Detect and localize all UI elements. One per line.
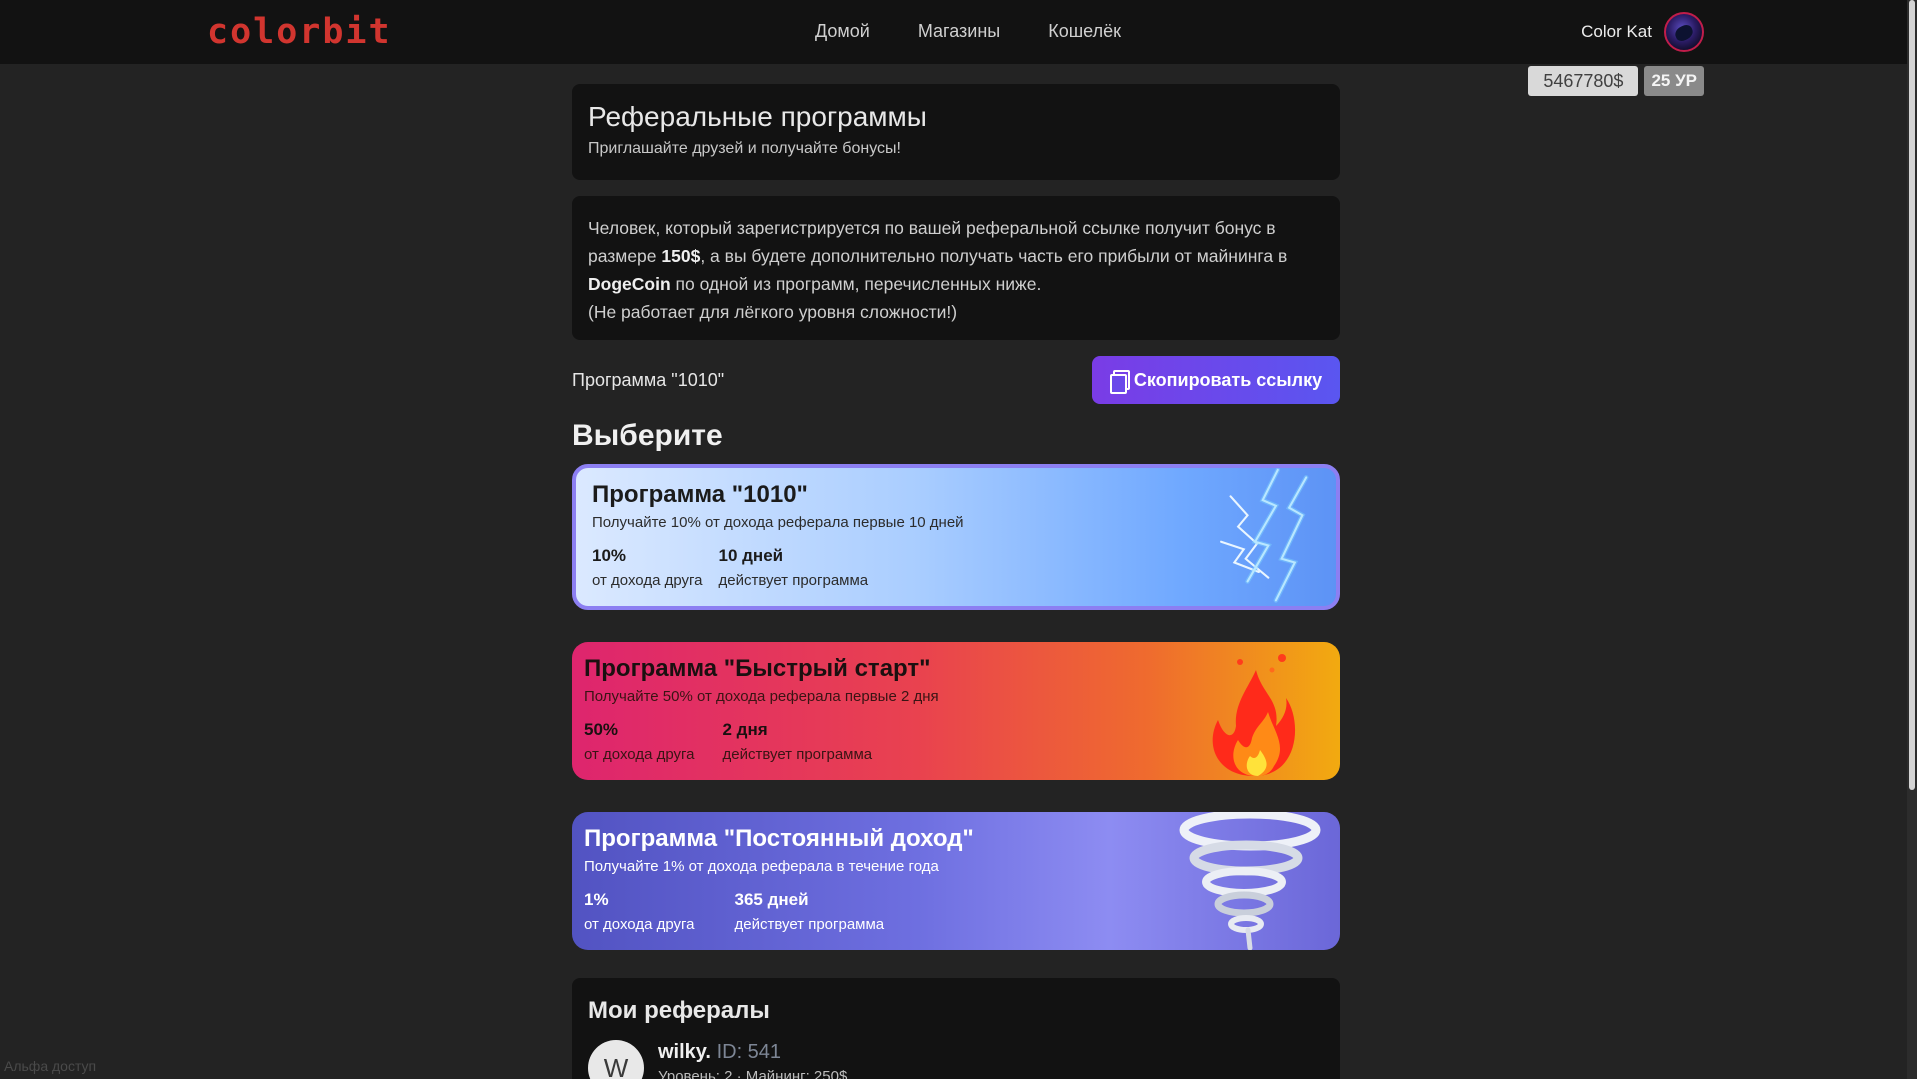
stat-percent: 10% от дохода друга [592, 545, 703, 591]
current-program-label: Программа "1010" [572, 369, 725, 390]
tornado-icon [1179, 812, 1321, 950]
stat-duration-value: 365 дней [734, 890, 809, 909]
user-name[interactable]: Color Kat [1581, 22, 1652, 42]
balance-bar: 5467780$ 25 УР [1528, 66, 1704, 96]
level-badge: 25 УР [1644, 66, 1704, 96]
stat-percent-label: от дохода друга [592, 572, 703, 589]
referrals-title: Мои рефералы [588, 997, 770, 1024]
lightning-icon [1220, 468, 1309, 603]
stat-percent-label: от дохода друга [584, 746, 695, 763]
bonus-amount: 150$ [661, 246, 701, 266]
stat-duration-label: действует программа [722, 746, 873, 763]
difficulty-note: (Не работает для лёгкого уровня сложност… [588, 302, 958, 322]
program-card-permanent-income[interactable]: Программа "Постоянный доход" Получайте 1… [572, 812, 1340, 950]
stat-duration: 2 дня действует программа [723, 719, 873, 765]
stat-percent-value: 50% [584, 720, 619, 739]
stat-percent-value: 10% [592, 546, 627, 565]
page-scrollbar[interactable] [1907, 0, 1917, 1079]
copy-link-label: Скопировать ссылку [1133, 369, 1323, 390]
referral-id: ID: 541 [716, 1041, 782, 1063]
fire-icon [1212, 654, 1296, 776]
nav-home-link[interactable]: Домой [815, 20, 870, 42]
stat-duration: 365 дней действует программа [735, 889, 885, 935]
user-menu[interactable]: Color Kat [1581, 12, 1704, 52]
stat-duration-value: 2 дня [722, 720, 768, 739]
nav-shops-link[interactable]: Магазины [918, 20, 1000, 42]
nav-wallet-link[interactable]: Кошелёк [1048, 20, 1121, 42]
user-avatar[interactable] [1664, 12, 1704, 52]
balance-badge: 5467780$ [1528, 66, 1639, 96]
main-content: Реферальные программы Приглашайте друзей… [572, 84, 1340, 1079]
referral-info-card: Человек, который зарегистрируется по ваш… [572, 196, 1340, 340]
current-program-row: Программа "1010" Скопировать ссылку [572, 356, 1340, 404]
scrollbar-thumb[interactable] [1909, 0, 1915, 790]
coin-name: DogeCoin [588, 274, 671, 294]
referral-name: wilky. ID: 541 [658, 1041, 782, 1063]
referral-details: Уровень: 2 · Майнинг: 250$ [658, 1068, 848, 1079]
stat-percent-value: 1% [584, 890, 609, 909]
referral-info-text: Человек, который зарегистрируется по ваш… [588, 218, 1288, 322]
stat-percent: 1% от дохода друга [584, 889, 695, 935]
page-header-card: Реферальные программы Приглашайте друзей… [572, 84, 1340, 180]
top-navbar: colorbit Домой Магазины Кошелёк Color Ka… [0, 0, 1917, 64]
page-title: Реферальные программы [588, 101, 927, 132]
copy-icon [1109, 370, 1130, 394]
stat-duration-label: действует программа [718, 572, 869, 589]
stat-duration: 10 дней действует программа [719, 545, 869, 591]
choose-title: Выберите [572, 419, 723, 452]
stat-percent: 50% от дохода друга [584, 719, 695, 765]
stat-duration-label: действует программа [734, 916, 885, 933]
program-card-1010[interactable]: Программа "1010" Получайте 10% от дохода… [572, 464, 1340, 610]
colorbit-logo[interactable]: colorbit [207, 14, 392, 50]
my-referrals-card: Мои рефералы W wilky. ID: 541 Уровень: 2… [572, 978, 1340, 1079]
stat-duration-value: 10 дней [718, 546, 784, 565]
alpha-access-label: Альфа доступ [4, 1058, 97, 1074]
avatar: W [588, 1040, 644, 1079]
main-nav: Домой Магазины Кошелёк [815, 20, 1121, 42]
list-item[interactable]: W wilky. ID: 541 Уровень: 2 · Майнинг: 2… [588, 1040, 1324, 1079]
program-card-fast-start[interactable]: Программа "Быстрый старт" Получайте 50% … [572, 642, 1340, 780]
page-subtitle: Приглашайте друзей и получайте бонусы! [588, 140, 901, 157]
stat-percent-label: от дохода друга [584, 916, 695, 933]
copy-link-button[interactable]: Скопировать ссылку [1092, 356, 1340, 404]
